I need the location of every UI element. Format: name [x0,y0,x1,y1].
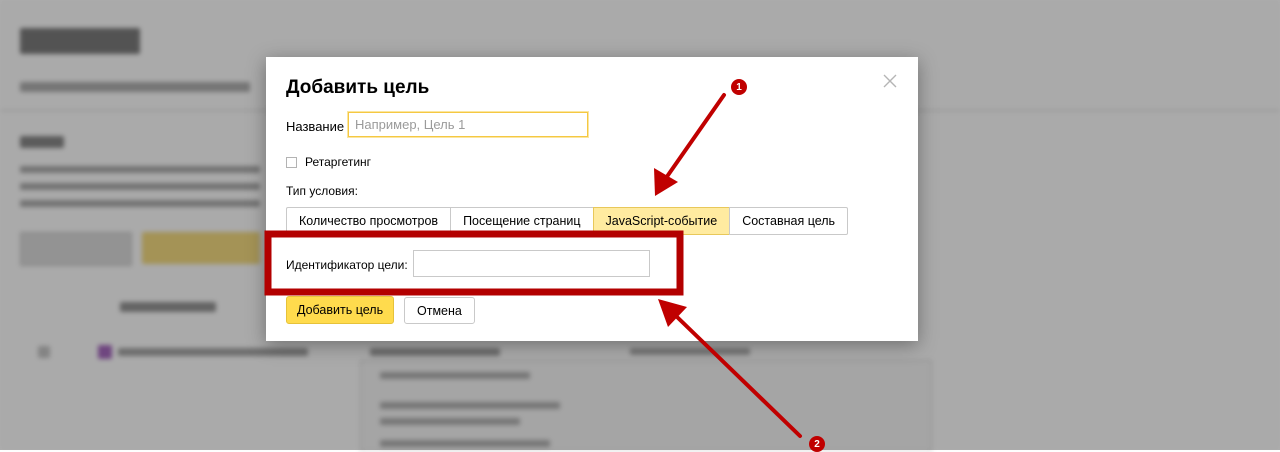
tab-page-views[interactable]: Количество просмотров [286,207,452,235]
goal-id-label: Идентификатор цели: [286,258,408,272]
tab-javascript-event[interactable]: JavaScript-событие [592,207,731,235]
name-label: Название [286,119,345,134]
retargeting-checkbox[interactable] [286,156,297,168]
annotation-badge-1: 1 [731,79,747,95]
retargeting-label[interactable]: Ретаргетинг [305,155,371,169]
cancel-button[interactable]: Отмена [404,297,475,324]
tab-composite-goal[interactable]: Составная цель [729,207,849,235]
retargeting-row[interactable]: Ретаргетинг [286,155,371,169]
name-input[interactable] [348,112,588,137]
dialog-title: Добавить цель [286,77,430,98]
add-goal-button[interactable]: Добавить цель [286,296,395,324]
add-goal-dialog: Добавить цель Название Ретаргетинг Тип у… [266,57,918,341]
tab-page-visit[interactable]: Посещение страниц [450,207,594,235]
condition-type-tabs: Количество просмотров Посещение страниц … [286,207,849,235]
close-icon[interactable] [882,73,898,89]
condition-type-label: Тип условия: [286,184,358,198]
goal-id-input[interactable] [413,250,650,277]
